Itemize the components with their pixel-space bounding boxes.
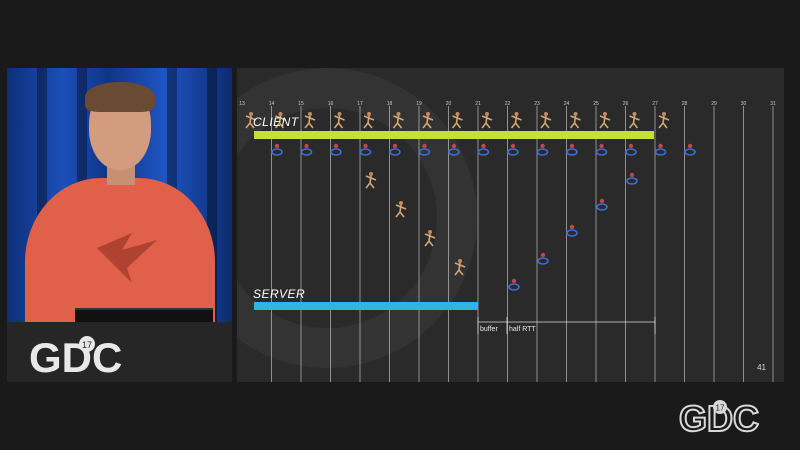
player-marker	[271, 143, 283, 156]
runner-sprite	[365, 172, 377, 189]
player-marker	[537, 252, 549, 265]
page-number: 41	[757, 363, 766, 372]
half-rtt-label: half RTT	[509, 326, 536, 333]
tick-label: 30	[741, 101, 747, 107]
tick-label: 15	[298, 101, 304, 107]
podium-gdc-text: GDC	[29, 334, 122, 380]
tick-label: 20	[446, 101, 452, 107]
server-label: SERVER	[253, 287, 306, 301]
player-marker	[389, 143, 401, 156]
buffer-label: buffer	[480, 326, 498, 333]
slide: 13 14 15 16 17 18 19 20 21 22 23 24 25 26 27 28 29 30 31 C…	[237, 68, 784, 382]
runner-sprite	[569, 112, 581, 129]
runner-sprite	[658, 112, 670, 129]
tick-label: 23	[534, 101, 540, 107]
tick-label: 28	[682, 101, 688, 107]
runner-sprite	[481, 112, 493, 129]
client-label: CLIENT	[253, 115, 299, 129]
speaker-video: GDC 17	[7, 68, 232, 382]
player-marker	[566, 224, 578, 237]
tick-label: 17	[357, 101, 363, 107]
player-marker	[566, 143, 578, 156]
runner-sprite	[304, 112, 316, 129]
runner-sprite	[540, 112, 552, 129]
runner-sprite	[333, 112, 345, 129]
tick-label: 25	[593, 101, 599, 107]
gdc-corner-logo: GDC 17	[678, 397, 760, 439]
player-marker	[330, 143, 342, 156]
corner-edition: 17	[716, 404, 725, 413]
player-marker	[507, 143, 519, 156]
player-marker	[626, 172, 638, 185]
tick-label: 18	[387, 101, 393, 107]
travel-players	[508, 172, 638, 291]
player-marker	[625, 143, 637, 156]
podium-edition: 17	[82, 340, 92, 350]
player-marker	[508, 278, 520, 291]
runner-sprite	[395, 201, 407, 218]
tick-label: 16	[328, 101, 334, 107]
tick-label: 14	[269, 101, 275, 107]
podium-gdc-logo: GDC 17	[29, 334, 122, 380]
tick-label: 24	[564, 101, 570, 107]
server-bar	[254, 302, 478, 310]
speaker-hair	[85, 82, 155, 112]
runner-sprites	[245, 112, 670, 129]
player-marker	[477, 143, 490, 156]
runner-sprite	[599, 112, 611, 129]
timeline-diagram: 13 14 15 16 17 18 19 20 21 22 23 24 25 26 27 28 29 30 31	[237, 68, 776, 382]
tick-label: 27	[652, 101, 658, 107]
player-marker	[359, 143, 372, 156]
runner-sprite	[510, 112, 522, 129]
runner-sprite	[424, 230, 436, 247]
tick-label: 26	[623, 101, 629, 107]
player-marker	[300, 143, 313, 156]
tick-label: 13	[239, 101, 245, 107]
player-marker	[654, 143, 667, 156]
tick-label: 31	[770, 101, 776, 107]
runner-sprite	[451, 112, 463, 129]
player-markers	[271, 143, 696, 156]
tick-label: 21	[475, 101, 481, 107]
player-marker	[684, 143, 696, 156]
tick-label: 29	[711, 101, 717, 107]
player-marker	[595, 143, 608, 156]
player-marker	[596, 198, 608, 211]
tick-label: 22	[505, 101, 511, 107]
player-marker	[536, 143, 549, 156]
client-bar	[254, 131, 654, 139]
shirt-logo-icon	[97, 233, 157, 283]
runner-sprite	[628, 112, 640, 129]
tick-label: 19	[416, 101, 422, 107]
